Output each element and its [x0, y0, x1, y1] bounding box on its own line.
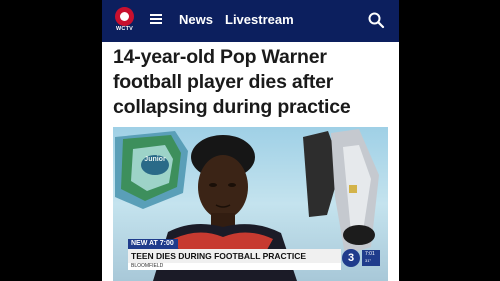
cbs-eye-icon [115, 7, 134, 26]
logo-callsign: WCTV [116, 26, 133, 32]
nav-link-livestream[interactable]: Livestream [225, 12, 294, 27]
article-headline: 14-year-old Pop Warner football player d… [113, 46, 351, 118]
channel-bug-icon: 3 [342, 249, 360, 267]
banner-text: Junior [144, 156, 166, 163]
nav-link-news[interactable]: News [179, 12, 213, 27]
lower-third-location: BLOOMFIELD [128, 263, 341, 270]
phone-screen: WCTV News Livestream 14-year-old Pop War… [102, 0, 399, 281]
news-lower-third: NEW AT 7:00 TEEN DIES DURING FOOTBALL PR… [102, 239, 399, 281]
broadcast-temperature: 31° [365, 258, 372, 263]
broadcast-time: 7:01 [365, 251, 375, 257]
station-logo[interactable]: WCTV [112, 7, 137, 34]
hamburger-menu-icon[interactable] [150, 14, 162, 24]
time-temp-box: 7:01 31° [362, 250, 380, 266]
top-navbar: WCTV News Livestream [102, 0, 399, 42]
search-icon[interactable] [367, 11, 385, 29]
team-banner: Junior [115, 131, 188, 209]
segment-tag: NEW AT 7:00 [128, 239, 178, 249]
lower-third-headline: TEEN DIES DURING FOOTBALL PRACTICE [128, 249, 341, 263]
